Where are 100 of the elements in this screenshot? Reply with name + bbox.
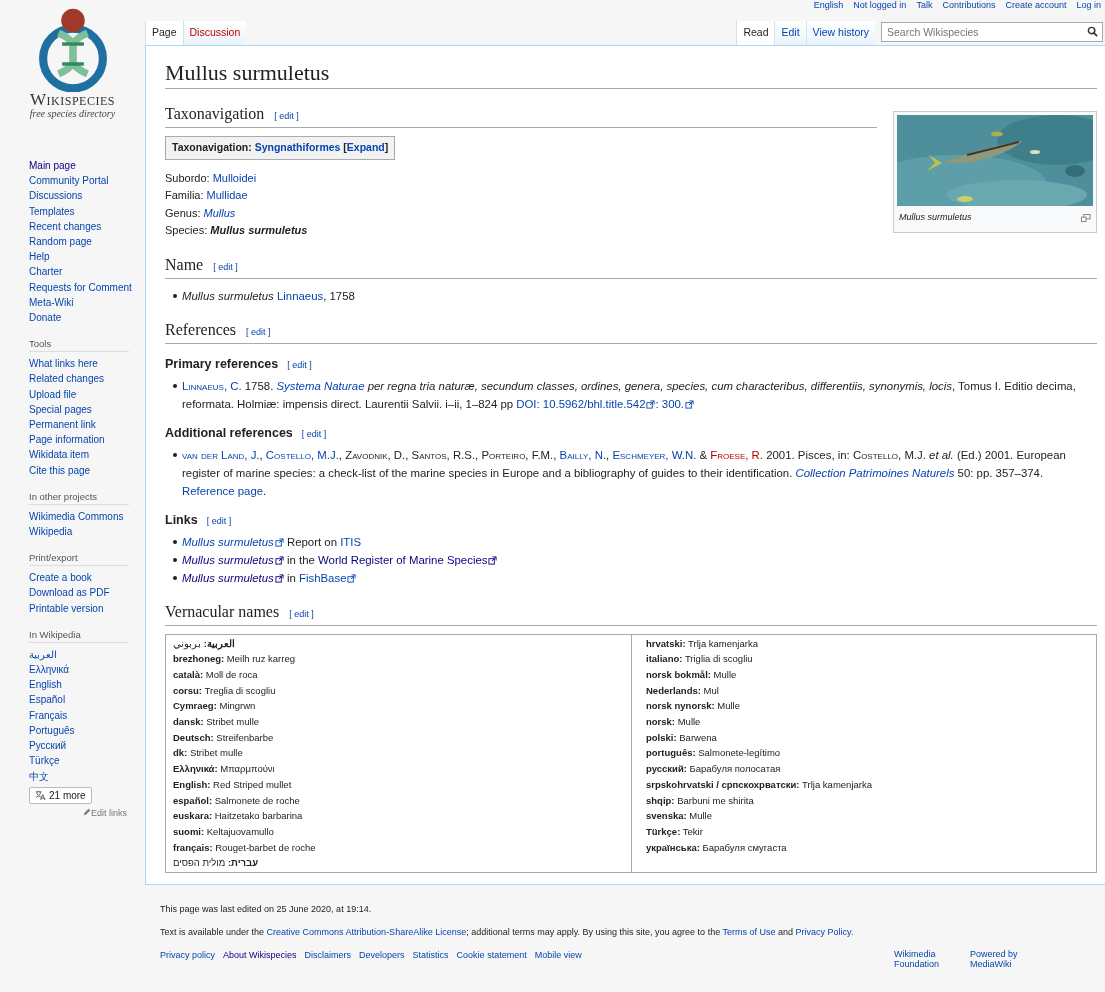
sidebar-link[interactable]: Русский bbox=[29, 738, 67, 754]
sidebar-link[interactable]: Special pages bbox=[29, 401, 92, 418]
footer-link[interactable]: Cookie statement bbox=[456, 949, 527, 969]
translate-icon bbox=[35, 789, 46, 801]
taxon-line: Subordo: Mulloidei bbox=[165, 170, 258, 186]
inline-link[interactable]: Mulloidei bbox=[212, 171, 257, 184]
inline-link[interactable]: Syngnathiformes bbox=[254, 141, 341, 153]
inline-link[interactable]: Linnaeus, C. bbox=[182, 379, 242, 392]
inline-link[interactable]: Mullidae bbox=[206, 189, 248, 201]
sidebar-link[interactable]: Meta-Wiki bbox=[29, 294, 74, 311]
namespace-tab[interactable]: Discussion bbox=[182, 21, 247, 45]
namespace-tab[interactable]: Page bbox=[145, 21, 183, 45]
sidebar-link[interactable]: Page information bbox=[29, 432, 105, 448]
inline-link[interactable]: FishBase bbox=[299, 571, 357, 584]
inline-link[interactable]: Terms of Use bbox=[722, 927, 776, 937]
inline-link[interactable]: DOI: 10.5962/bhl.title.542 bbox=[516, 397, 656, 410]
footer-link[interactable]: Disclaimers bbox=[304, 949, 352, 969]
edit-link[interactable]: [ edit ] bbox=[206, 511, 232, 530]
sidebar-link[interactable]: Cite this page bbox=[29, 462, 91, 478]
sidebar-link[interactable]: Templates bbox=[29, 203, 75, 219]
license-text: Text is available under the Creative Commons Attribution-ShareAlike License; additional terms may apply. By using this site, you agree to the Terms of Use and Privacy Policy. bbox=[160, 926, 855, 938]
sidebar-link[interactable]: Wikidata item bbox=[29, 447, 89, 463]
sidebar-link[interactable]: Permanent link bbox=[29, 417, 96, 433]
inline-link[interactable]: Collection Patrimoines Naturels bbox=[795, 466, 955, 479]
search-icon bbox=[1087, 26, 1098, 37]
inline-link[interactable]: Mullus bbox=[203, 206, 236, 219]
more-languages-button[interactable]: 21 more bbox=[29, 786, 92, 804]
image-caption: Mullus surmuletus bbox=[899, 211, 972, 224]
vernacular-name: português: Salmonete-legítimo bbox=[646, 746, 782, 761]
edit-links-link[interactable]: Edit links bbox=[83, 807, 127, 818]
sidebar-link[interactable]: What links here bbox=[29, 356, 98, 372]
personal-link[interactable]: Create account bbox=[1005, 0, 1067, 10]
edit-link[interactable]: [ edit ] bbox=[213, 255, 238, 278]
edit-link[interactable]: [ edit ] bbox=[301, 424, 327, 443]
inline-link[interactable]: Mullus surmuletus bbox=[182, 553, 284, 566]
footer-link[interactable]: Privacy policy bbox=[160, 949, 215, 969]
inline-link[interactable]: Eschmeyer, W.N. bbox=[612, 448, 697, 461]
vernacular-name: العربية: بربوني bbox=[173, 636, 236, 652]
vernacular-name: Nederlands: Mul bbox=[646, 683, 720, 698]
footer-badge[interactable]: Powered by MediaWiki bbox=[970, 949, 1030, 969]
inline-link[interactable]: van der Land, J. bbox=[182, 448, 260, 461]
vernacular-name: עברית: מולית הפסים bbox=[173, 856, 259, 871]
sidebar-link[interactable]: Wikipedia bbox=[29, 524, 73, 540]
footer-badge[interactable]: Wikimedia Foundation bbox=[894, 949, 954, 969]
personal-link[interactable]: English bbox=[813, 0, 844, 10]
sidebar-link[interactable]: Help bbox=[29, 249, 50, 265]
search-field[interactable]: Search Wikispecies bbox=[881, 22, 1103, 42]
inline-link[interactable]: Mullus surmuletus bbox=[182, 571, 284, 584]
footer-link[interactable]: Statistics bbox=[412, 949, 449, 969]
enlarge-icon[interactable] bbox=[1081, 213, 1091, 222]
footer-link[interactable]: Mobile view bbox=[534, 949, 582, 969]
sidebar-link[interactable]: Discussions bbox=[29, 188, 83, 204]
sidebar-link[interactable]: Recent changes bbox=[29, 218, 102, 234]
sidebar-link[interactable]: English bbox=[29, 677, 62, 693]
personal-link[interactable]: Not logged in bbox=[853, 0, 907, 10]
edit-link[interactable]: [ edit ] bbox=[246, 320, 271, 343]
inline-link[interactable]: Froese, R. bbox=[710, 448, 763, 461]
footer-link[interactable]: Developers bbox=[359, 949, 405, 969]
personal-link[interactable]: Contributions bbox=[942, 0, 996, 10]
sidebar-link[interactable]: Random page bbox=[29, 234, 92, 250]
sidebar-link[interactable]: Download as PDF bbox=[29, 585, 110, 601]
edit-link[interactable]: [ edit ] bbox=[287, 355, 312, 374]
sidebar-link[interactable]: Create a book bbox=[29, 570, 92, 586]
sidebar-link[interactable]: 中文 bbox=[29, 768, 49, 784]
view-tab[interactable]: View history bbox=[805, 21, 875, 45]
list-entry: Mullus surmuletus Report on ITIS bbox=[182, 534, 362, 550]
inline-link[interactable]: : 300. bbox=[655, 397, 694, 410]
sidebar-link[interactable]: Main page bbox=[29, 158, 76, 174]
sidebar-link[interactable]: Wikimedia Commons bbox=[29, 508, 124, 525]
inline-link[interactable]: World Register of Marine Species bbox=[318, 553, 498, 566]
edit-link[interactable]: [ edit ] bbox=[289, 602, 314, 625]
sidebar-link[interactable]: Türkçe bbox=[29, 753, 60, 769]
sidebar-link[interactable]: Ελληνικά bbox=[29, 662, 70, 678]
inline-link[interactable]: Costello, M.J. bbox=[265, 448, 339, 461]
sidebar-link[interactable]: Charter bbox=[29, 264, 63, 280]
edit-link[interactable]: [ edit ] bbox=[274, 105, 299, 127]
inline-link[interactable]: Expand bbox=[346, 141, 385, 153]
portal-heading: In Wikipedia bbox=[29, 627, 129, 643]
view-tab[interactable]: Edit bbox=[774, 21, 806, 45]
sidebar-link[interactable]: Community Portal bbox=[29, 173, 109, 189]
sidebar-link[interactable]: العربية bbox=[29, 646, 57, 663]
sidebar-link[interactable]: Français bbox=[29, 707, 68, 723]
inline-link[interactable]: Mullus surmuletus bbox=[182, 535, 284, 548]
sidebar-link[interactable]: Requests for Comment bbox=[29, 279, 132, 295]
sidebar-link[interactable]: Português bbox=[29, 722, 75, 739]
inline-link[interactable]: Bailly, N. bbox=[559, 448, 607, 461]
sidebar-link[interactable]: Upload file bbox=[29, 386, 77, 402]
inline-link[interactable]: Privacy Policy bbox=[795, 927, 851, 937]
sidebar-link[interactable]: Printable version bbox=[29, 600, 104, 616]
inline-link[interactable]: ITIS bbox=[340, 535, 362, 548]
sidebar-link[interactable]: Related changes bbox=[29, 371, 105, 387]
sidebar-link[interactable]: Español bbox=[29, 692, 66, 708]
view-tab[interactable]: Read bbox=[736, 21, 775, 45]
footer-link[interactable]: About Wikispecies bbox=[223, 949, 297, 969]
inline-link[interactable]: Systema Naturae bbox=[276, 379, 365, 392]
sidebar-link[interactable]: Donate bbox=[29, 310, 62, 326]
logo-wordmark: Wikispecies bbox=[30, 92, 115, 108]
inline-link[interactable]: Reference page bbox=[182, 484, 264, 497]
personal-link[interactable]: Log in bbox=[1076, 0, 1101, 10]
personal-link[interactable]: Talk bbox=[916, 0, 933, 10]
